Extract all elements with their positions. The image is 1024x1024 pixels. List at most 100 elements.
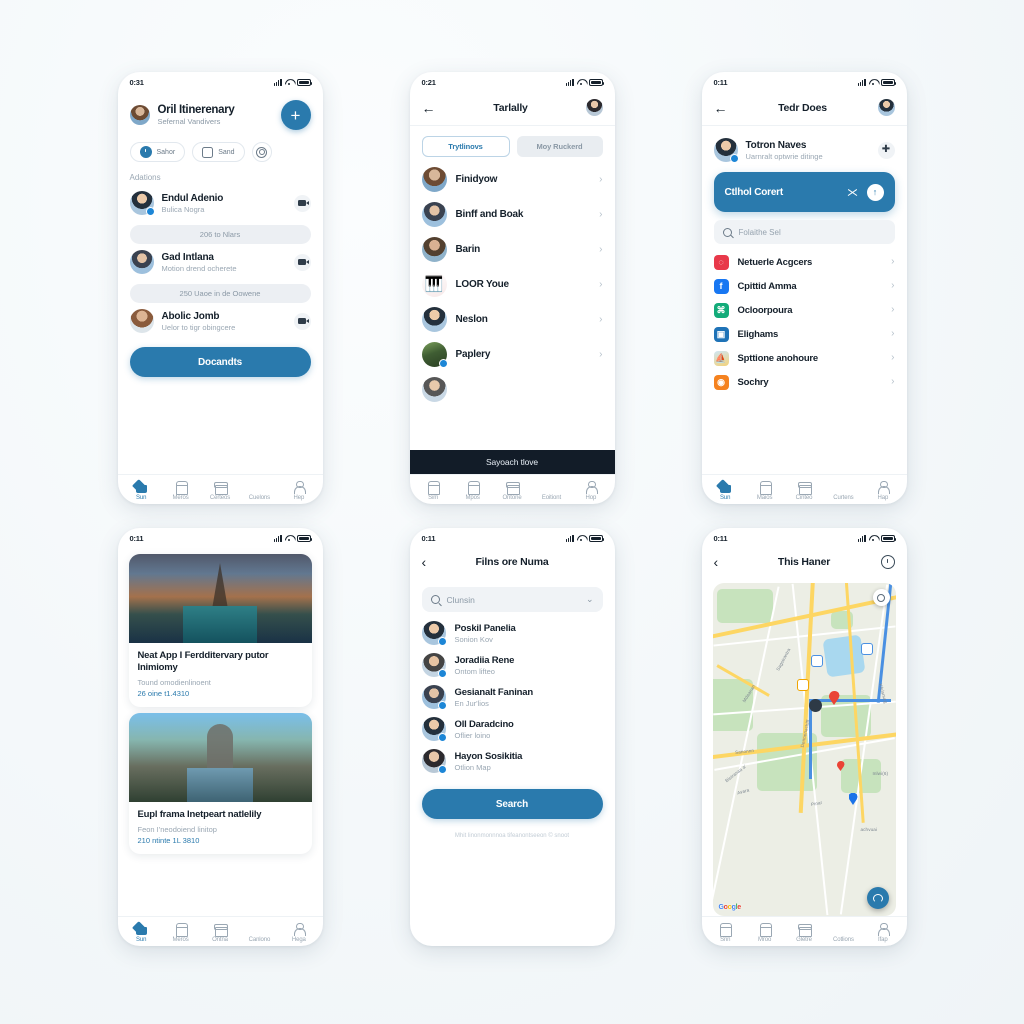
list-item[interactable]: Barin › — [410, 232, 615, 267]
tab-cuelons[interactable]: Cuelons — [240, 480, 279, 501]
list-item[interactable] — [410, 372, 615, 407]
list-item[interactable]: Hayon Sosikitia Otlion Map — [410, 745, 615, 777]
map-poi-marker[interactable] — [810, 655, 823, 667]
avatar[interactable] — [877, 99, 895, 116]
avatar[interactable] — [129, 105, 150, 125]
tab-canlono[interactable]: Canlono — [240, 922, 279, 943]
list-item[interactable]: ▣ Elighams › — [702, 322, 907, 346]
list-item[interactable]: Oll Daradcino Oflier loino — [410, 713, 615, 745]
card-meta: 210 ntinte 1L 3810 — [137, 836, 200, 846]
tab-gletre[interactable]: Gletre — [784, 922, 823, 943]
tab-hop[interactable]: Hop — [571, 480, 610, 501]
layers-icon[interactable] — [872, 589, 890, 606]
status-time: 0:11 — [713, 533, 728, 543]
back-button[interactable]: ‹ — [422, 555, 436, 569]
feed-card[interactable]: Neat App I Ferdditervary putor Inimiomy … — [128, 554, 312, 708]
compass-icon[interactable] — [880, 555, 895, 569]
card-meta: 26 oine t1.4310 — [137, 689, 190, 699]
list-item[interactable]: ◉ Sochry › — [702, 370, 907, 394]
tab-label: Sun — [136, 936, 147, 943]
chat-icon[interactable] — [293, 312, 311, 330]
flag-icon[interactable] — [293, 253, 311, 271]
tab-moy-ruckerd[interactable]: Moy Ruckerd — [516, 136, 603, 157]
list-item[interactable]: Endul Adenio Bulica Nogra — [118, 187, 323, 219]
tab-eoitiont[interactable]: Eoitiont — [532, 480, 571, 501]
section-label: Adations — [129, 173, 161, 182]
list-item[interactable]: ⌘ Ocloorpoura › — [702, 298, 907, 322]
tab-cotlions[interactable]: Cotlions — [824, 922, 863, 943]
share-icon[interactable] — [846, 186, 859, 199]
chevron-down-icon[interactable]: ⌄ — [586, 594, 594, 605]
search-button[interactable]: Search — [421, 789, 603, 819]
list-item[interactable]: Joradiia Rene Ontom lifteo — [410, 649, 615, 681]
tab-hep[interactable]: Hep — [279, 480, 318, 501]
tab-home[interactable]: Sun — [122, 922, 161, 943]
map-park — [716, 589, 773, 623]
back-button[interactable]: ← — [422, 101, 436, 115]
nav-bar: ‹ Filns ore Numa — [410, 548, 615, 578]
chip-sand[interactable]: Sand — [192, 142, 245, 162]
map-view[interactable]: Sagstrantra Mdaanan Kfelsnurg Dennenachl… — [712, 583, 896, 916]
status-badge — [438, 359, 448, 368]
list-item[interactable]: Poskil Panelia Sonion Kov — [410, 617, 615, 649]
list-item[interactable]: Binff and Boak › — [410, 197, 615, 232]
tab-ontna[interactable]: Ontna — [200, 922, 239, 943]
profile-row[interactable]: Totron Naves Uarnralt optwrie ditinge ✚ — [702, 126, 907, 168]
tab-home[interactable]: Sim — [414, 480, 453, 501]
back-button[interactable]: ← — [714, 101, 728, 115]
profile-icon — [292, 480, 307, 494]
list-item[interactable]: Finidyow › — [410, 162, 615, 197]
arrow-up-icon[interactable]: ↑ — [866, 183, 884, 201]
tab-home[interactable]: Sun — [706, 480, 745, 501]
locate-icon[interactable] — [866, 887, 889, 909]
tab-meros[interactable]: Meros — [161, 480, 200, 501]
battery-icon — [880, 534, 897, 542]
tab-hap[interactable]: Hap — [863, 480, 902, 501]
list-item[interactable]: 🎹 LOOR Youe › — [410, 267, 615, 302]
app-icon-elighams: ▣ — [713, 326, 729, 342]
search-input[interactable]: Folaithe Sel — [713, 220, 895, 244]
video-icon[interactable] — [293, 194, 311, 212]
map-poi-marker[interactable] — [796, 679, 809, 691]
chip-target[interactable] — [251, 142, 272, 162]
toast-banner[interactable]: Sayoach tlove — [409, 450, 615, 474]
tab-curtens[interactable]: Curtens — [824, 480, 863, 501]
back-button[interactable]: ‹ — [714, 555, 728, 569]
tab-home[interactable]: Srin — [706, 922, 745, 943]
list-item[interactable]: f Cpittid Amma › — [702, 274, 907, 298]
list-item-title: Ocloorpoura — [737, 304, 793, 316]
tab-trytlinovs[interactable]: Trytlinovs — [421, 136, 510, 157]
profile-icon — [292, 922, 307, 936]
tab-home[interactable]: Sun — [122, 480, 161, 501]
tab-cinteo[interactable]: Cinteo — [784, 480, 823, 501]
tab-ontone[interactable]: Ontone — [492, 480, 531, 501]
home-icon — [427, 480, 441, 495]
search-select[interactable]: Clunsin ⌄ — [421, 587, 603, 612]
signal-icon — [565, 78, 574, 86]
tab-meros[interactable]: Meros — [161, 922, 200, 943]
home-icon — [719, 922, 733, 937]
tab-hega[interactable]: Hega — [279, 922, 318, 943]
action-card[interactable]: Ctlhol Corert ↑ — [713, 172, 895, 212]
list-item[interactable]: Gad Intlana Motion drend ocherete — [118, 246, 323, 278]
chip-sahor[interactable]: Sahor — [129, 142, 186, 162]
list-item[interactable]: Neslon › — [410, 302, 615, 337]
status-bar: 0:31 — [118, 72, 323, 92]
tab-ifap[interactable]: Ifap — [863, 922, 902, 943]
tab-mroo[interactable]: Mroo — [745, 922, 784, 943]
map-cluster-marker[interactable] — [808, 699, 822, 712]
plus-icon[interactable]: ✚ — [877, 141, 895, 159]
tab-mpos[interactable]: Mpos — [453, 480, 492, 501]
add-button[interactable]: + — [280, 100, 311, 130]
list-item[interactable]: Abolic Jomb Uelor to tigr obingcere — [118, 305, 323, 337]
list-item[interactable]: ⛵ Spttione anohoure › — [702, 346, 907, 370]
tab-certeos[interactable]: Certeos — [200, 480, 239, 501]
list-item[interactable]: Paplery › — [410, 337, 615, 372]
primary-cta-button[interactable]: Docandts — [129, 347, 311, 377]
avatar[interactable] — [585, 99, 603, 116]
tab-maios[interactable]: Maios — [745, 480, 784, 501]
feed-card[interactable]: Eupl frama Inetpeart natlelily Feon I'ne… — [128, 713, 312, 855]
map-poi-marker[interactable] — [860, 643, 873, 655]
list-item[interactable]: ◌ Netuerle Acgcers › — [702, 250, 907, 274]
list-item[interactable]: Gesianalt Faninan En Jur'lios — [410, 681, 615, 713]
